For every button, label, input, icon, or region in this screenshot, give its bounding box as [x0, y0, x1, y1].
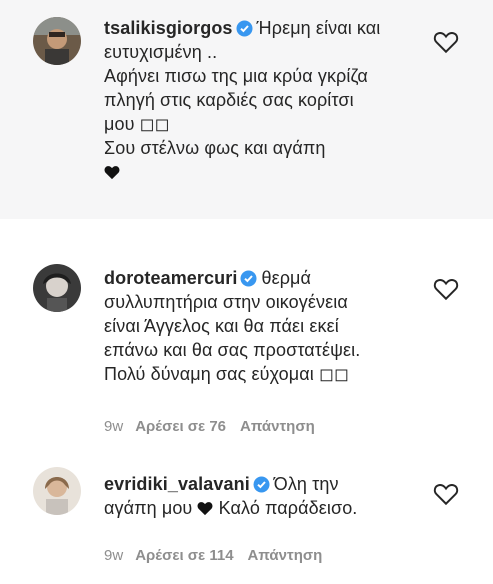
likes-count-link[interactable]: Αρέσει σε 114 [135, 547, 233, 564]
avatar[interactable] [33, 17, 81, 65]
comment-text-line: πληγή στις καρδιές σας κορίτσι [104, 90, 354, 110]
likes-count-link[interactable]: Αρέσει σε 76 [135, 418, 226, 435]
comment-text-line: επάνω και θα σας προστατέψει. [104, 340, 361, 360]
black-heart-emoji-icon [198, 502, 213, 516]
comment-text-line: μου ◻◻ [104, 114, 170, 134]
comment-text-line: θερμά [261, 268, 312, 288]
like-heart-icon[interactable] [433, 30, 459, 54]
verified-badge-icon [240, 270, 257, 287]
comment-text-line: Ήρεμη είναι και [256, 18, 381, 38]
comment-text-line: συλλυπητήρια στην οικογένεια [104, 292, 348, 312]
comment-meta: 9w Αρέσει σε 114 Απάντηση [104, 547, 336, 564]
username[interactable]: tsalikisgiorgos [104, 18, 233, 38]
comment-text-line: Καλό παράδεισο. [218, 498, 358, 518]
comment-time: 9w [104, 547, 124, 564]
like-heart-icon[interactable] [433, 482, 459, 506]
comment-text-line: Όλη την [273, 474, 339, 494]
comment-text-line: είναι Άγγελος και θα πάει εκεί [104, 316, 339, 336]
verified-badge-icon [236, 20, 253, 37]
reply-button[interactable]: Απάντηση [240, 418, 315, 435]
comment-text-line: ευτυχισμένη .. [104, 42, 218, 62]
avatar[interactable] [33, 264, 81, 312]
comment-time: 9w [104, 418, 124, 435]
username[interactable]: doroteamercuri [104, 268, 237, 288]
comment-text-line: Πολύ δύναμη σας εύχομαι ◻◻ [104, 364, 350, 384]
reply-button[interactable]: Απάντηση [248, 547, 323, 564]
comment-text-line: Σου στέλνω φως και αγάπη [104, 138, 326, 158]
comment-text-line: Αφήνει πισω της μια κρύα γκρίζα [104, 66, 368, 86]
like-heart-icon[interactable] [433, 277, 459, 301]
username[interactable]: evridiki_valavani [104, 474, 250, 494]
avatar[interactable] [33, 467, 81, 515]
verified-badge-icon [253, 476, 270, 493]
comment-meta: 9w Αρέσει σε 76 Απάντηση [104, 418, 329, 435]
comment-text-line: αγάπη μου [104, 498, 193, 518]
black-heart-emoji-icon [104, 166, 120, 180]
